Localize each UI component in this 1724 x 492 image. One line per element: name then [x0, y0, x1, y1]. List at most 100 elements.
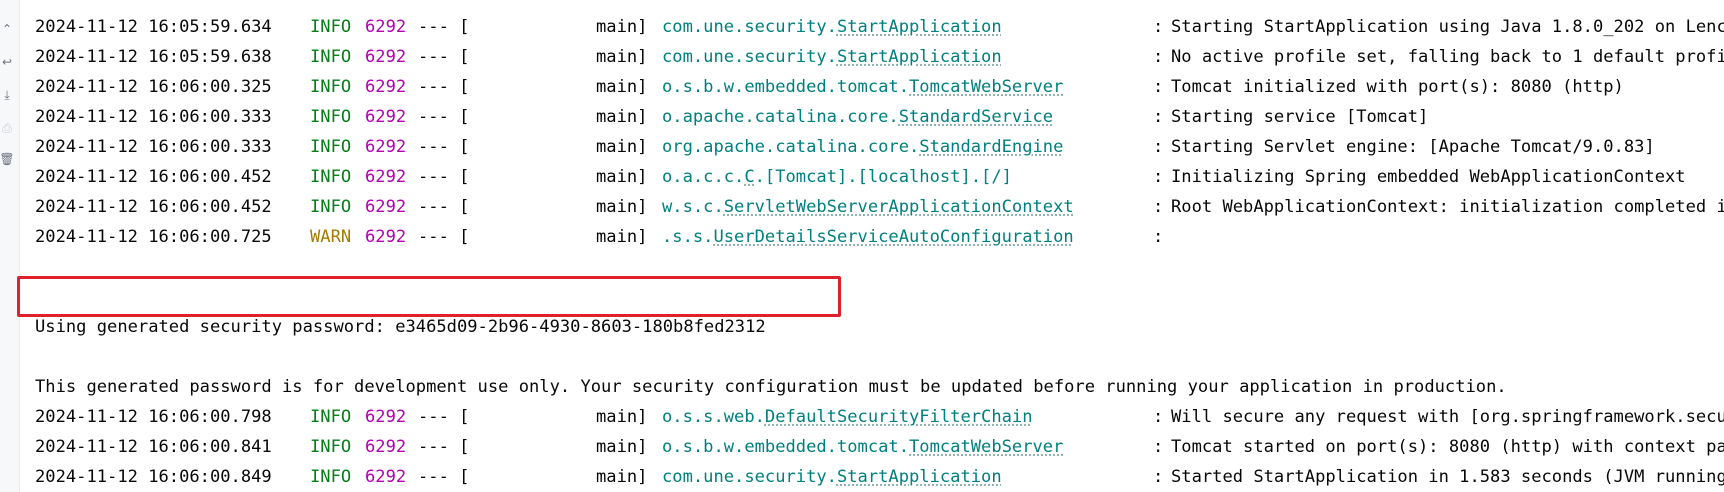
log-line: 2024-11-12 16:06:00.798 INFO 6292 --- [main… [35, 402, 1724, 432]
log-line: 2024-11-12 16:06:00.849 INFO 6292 --- [main… [35, 462, 1724, 492]
log-message: Starting StartApplication using Java 1.8… [1171, 17, 1724, 37]
logger-class-link[interactable]: ServletWebServerApplicationContext [724, 192, 1074, 222]
logger-package: o.s.b.w.embedded.tomcat. [662, 437, 909, 457]
logger-class-link[interactable]: StandardService [899, 102, 1053, 132]
thread-name: main] [596, 167, 648, 187]
log-line: 2024-11-12 16:06:00.725 WARN 6292 --- [main… [35, 222, 1724, 252]
thread-name: main] [596, 107, 648, 127]
timestamp: 2024-11-12 16:05:59.638 [35, 47, 272, 67]
logger-package: org.apache.catalina.core. [662, 137, 920, 157]
timestamp: 2024-11-12 16:06:00.841 [35, 437, 272, 457]
colon: : [1153, 407, 1164, 427]
log-level: INFO [310, 167, 352, 187]
log-message: Starting service [Tomcat] [1171, 107, 1429, 127]
separator: --- [ [418, 77, 470, 97]
logger-package: o.apache.catalina.core. [662, 107, 899, 127]
scroll-up-icon[interactable]: ⌃ [0, 22, 14, 36]
log-level: INFO [310, 47, 352, 67]
log-message: No active profile set, falling back to 1… [1171, 47, 1724, 67]
separator: --- [ [418, 137, 470, 157]
logger-class-link[interactable]: UserDetailsServiceAutoConfiguration [713, 222, 1073, 252]
scroll-to-end-icon[interactable]: ⤓ [0, 88, 14, 102]
process-id: 6292 [365, 407, 407, 427]
timestamp: 2024-11-12 16:06:00.325 [35, 77, 272, 97]
logger-name: o.s.b.w.embedded.tomcat.TomcatWebServer [662, 72, 1063, 102]
log-level: INFO [310, 437, 352, 457]
logger-class-link[interactable]: StandardEngine [919, 132, 1063, 162]
logger-class-link[interactable]: DefaultSecurityFilterChain [765, 402, 1033, 432]
console-output[interactable]: 2024-11-12 16:05:59.634 INFO 6292 --- [main… [35, 12, 1724, 492]
separator: --- [ [418, 467, 470, 487]
logger-name: .s.s.UserDetailsServiceAutoConfiguration [662, 222, 1074, 252]
console-toolbar: ⌃ ↩ ⤓ ⎙ 🗑 [0, 0, 20, 492]
logger-package: com.une.security. [662, 467, 837, 487]
log-message: Tomcat started on port(s): 8080 (http) w… [1171, 437, 1724, 457]
logger-class-link[interactable]: StartApplication [837, 462, 1002, 492]
colon: : [1153, 227, 1164, 247]
colon: : [1153, 17, 1164, 37]
log-line: 2024-11-12 16:06:00.452 INFO 6292 --- [main… [35, 192, 1724, 222]
log-message: Initializing Spring embedded WebApplicat… [1171, 167, 1686, 187]
process-id: 6292 [365, 197, 407, 217]
process-id: 6292 [365, 17, 407, 37]
clear-all-icon[interactable]: 🗑 [0, 152, 15, 166]
logger-package: com.une.security. [662, 17, 837, 37]
process-id: 6292 [365, 107, 407, 127]
logger-name: org.apache.catalina.core.StandardEngine [662, 132, 1063, 162]
logger-package: o.s.s.web. [662, 407, 765, 427]
log-message: Root WebApplicationContext: initializati… [1171, 197, 1724, 217]
thread-name: main] [596, 77, 648, 97]
logger-class-link[interactable]: C [744, 162, 754, 192]
password-line: Using generated security password: e3465… [35, 282, 1724, 337]
logger-package: w.s.c. [662, 197, 724, 217]
logger-class-link[interactable]: TomcatWebServer [909, 72, 1063, 102]
logger-name: o.s.b.w.embedded.tomcat.TomcatWebServer [662, 432, 1063, 462]
log-level: INFO [310, 107, 352, 127]
log-message: Will secure any request with [org.spring… [1171, 407, 1724, 427]
log-line: 2024-11-12 16:06:00.841 INFO 6292 --- [main… [35, 432, 1724, 462]
log-line: 2024-11-12 16:05:59.634 INFO 6292 --- [main… [35, 12, 1724, 42]
log-level: INFO [310, 137, 352, 157]
logger-package: o.a.c.c. [662, 167, 745, 187]
thread-name: main] [596, 17, 648, 37]
soft-wrap-icon[interactable]: ↩ [0, 55, 14, 69]
thread-name: main] [596, 47, 648, 67]
process-id: 6292 [365, 167, 407, 187]
colon: : [1153, 467, 1164, 487]
separator: --- [ [418, 227, 470, 247]
timestamp: 2024-11-12 16:06:00.333 [35, 137, 272, 157]
timestamp: 2024-11-12 16:06:00.452 [35, 167, 272, 187]
colon: : [1153, 47, 1164, 67]
log-message: Starting Servlet engine: [Apache Tomcat/… [1171, 137, 1655, 157]
separator: --- [ [418, 107, 470, 127]
timestamp: 2024-11-12 16:06:00.452 [35, 197, 272, 217]
logger-name: o.a.c.c.C.[Tomcat].[localhost].[/] [662, 162, 1012, 192]
logger-package: com.une.security. [662, 47, 837, 67]
thread-name: main] [596, 437, 648, 457]
notice-line: This generated password is for developme… [35, 342, 1724, 397]
logger-package: .s.s. [662, 227, 714, 247]
thread-name: main] [596, 227, 648, 247]
separator: --- [ [418, 197, 470, 217]
log-message: Started StartApplication in 1.583 second… [1171, 467, 1724, 487]
logger-class-link[interactable]: StartApplication [837, 42, 1002, 72]
logger-package: o.s.b.w.embedded.tomcat. [662, 77, 909, 97]
logger-name: com.une.security.StartApplication [662, 12, 1002, 42]
logger-suffix: .[Tomcat].[localhost].[/] [754, 167, 1012, 187]
print-icon: ⎙ [2, 120, 12, 135]
logger-name: com.une.security.StartApplication [662, 42, 1002, 72]
logger-class-link[interactable]: StartApplication [837, 12, 1002, 42]
colon: : [1153, 197, 1164, 217]
log-line: 2024-11-12 16:06:00.333 INFO 6292 --- [main… [35, 132, 1724, 162]
separator: --- [ [418, 407, 470, 427]
colon: : [1153, 137, 1164, 157]
log-level: INFO [310, 197, 352, 217]
logger-class-link[interactable]: TomcatWebServer [909, 432, 1063, 462]
log-level: INFO [310, 17, 352, 37]
process-id: 6292 [365, 137, 407, 157]
separator: --- [ [418, 437, 470, 457]
colon: : [1153, 107, 1164, 127]
log-line: 2024-11-12 16:06:00.333 INFO 6292 --- [main… [35, 102, 1724, 132]
logger-name: o.s.s.web.DefaultSecurityFilterChain [662, 402, 1033, 432]
